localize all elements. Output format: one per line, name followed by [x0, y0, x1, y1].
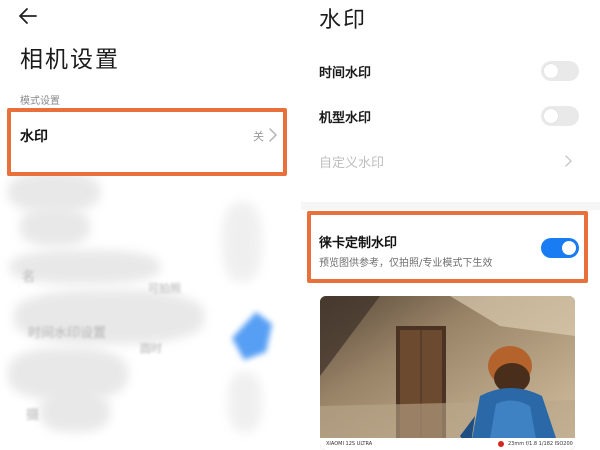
blurred-fragment: 名: [22, 270, 36, 285]
watermark-strip: XIAOMI 12S ULTRA 23mm f/1.8 1/182 ISO200: [320, 438, 575, 450]
time-watermark-label: 时间水印: [319, 66, 372, 81]
leica-watermark-row[interactable]: 徕卡定制水印 预览图供参考，仅拍照/专业模式下生效: [319, 228, 581, 272]
custom-watermark-label: 自定义水印: [319, 156, 385, 171]
leica-watermark-description: 预览图供参考，仅拍照/专业模式下生效: [319, 258, 493, 269]
watermark-row-value: 关: [253, 130, 264, 143]
preview-photo: [320, 296, 575, 450]
watermark-row-label: 水印: [20, 129, 48, 145]
obscured-settings-area: 名 可拍照 时间水印设置 圆时 摄: [0, 172, 293, 450]
back-arrow-icon[interactable]: [16, 4, 40, 28]
blurred-fragment: 可拍照: [148, 282, 181, 295]
leica-dot-icon: [498, 441, 504, 447]
watermark-settings-row[interactable]: 水印 关: [20, 116, 282, 156]
watermark-preview-image: XIAOMI 12S ULTRA 23mm f/1.8 1/182 ISO200: [320, 296, 575, 450]
chevron-right-icon: [565, 155, 572, 167]
leica-watermark-label: 徕卡定制水印: [319, 236, 398, 251]
panel-divider: [293, 0, 301, 450]
blurred-fragment: 时间水印设置: [28, 326, 107, 341]
camera-settings-screen: 相机设置 模式设置 水印 关 名 可拍照 时间水印设置 圆时 摄: [0, 0, 293, 450]
section-label: 模式设置: [20, 96, 60, 107]
strip-device-name: XIAOMI 12S ULTRA: [326, 441, 373, 447]
watermark-screen: 水印 时间水印 机型水印 自定义水印 徕卡定制水印 预览图供参考，仅拍照/专业模…: [301, 0, 600, 450]
model-watermark-toggle[interactable]: [541, 106, 579, 126]
watermark-page-title: 水印: [319, 8, 368, 33]
model-watermark-row[interactable]: 机型水印: [319, 101, 581, 131]
blurred-blue-mark: [232, 312, 272, 360]
custom-watermark-row[interactable]: 自定义水印: [319, 146, 581, 176]
blurred-fragment: 圆时: [140, 342, 162, 355]
chevron-right-icon: [269, 128, 277, 142]
model-watermark-label: 机型水印: [319, 111, 372, 126]
page-title: 相机设置: [20, 47, 120, 73]
time-watermark-toggle[interactable]: [541, 61, 579, 81]
strip-camera-params: 23mm f/1.8 1/182 ISO200: [508, 441, 573, 447]
leica-watermark-toggle[interactable]: [541, 238, 579, 258]
time-watermark-row[interactable]: 时间水印: [319, 56, 581, 86]
blurred-fragment: 摄: [26, 408, 40, 423]
section-separator: [301, 202, 600, 210]
